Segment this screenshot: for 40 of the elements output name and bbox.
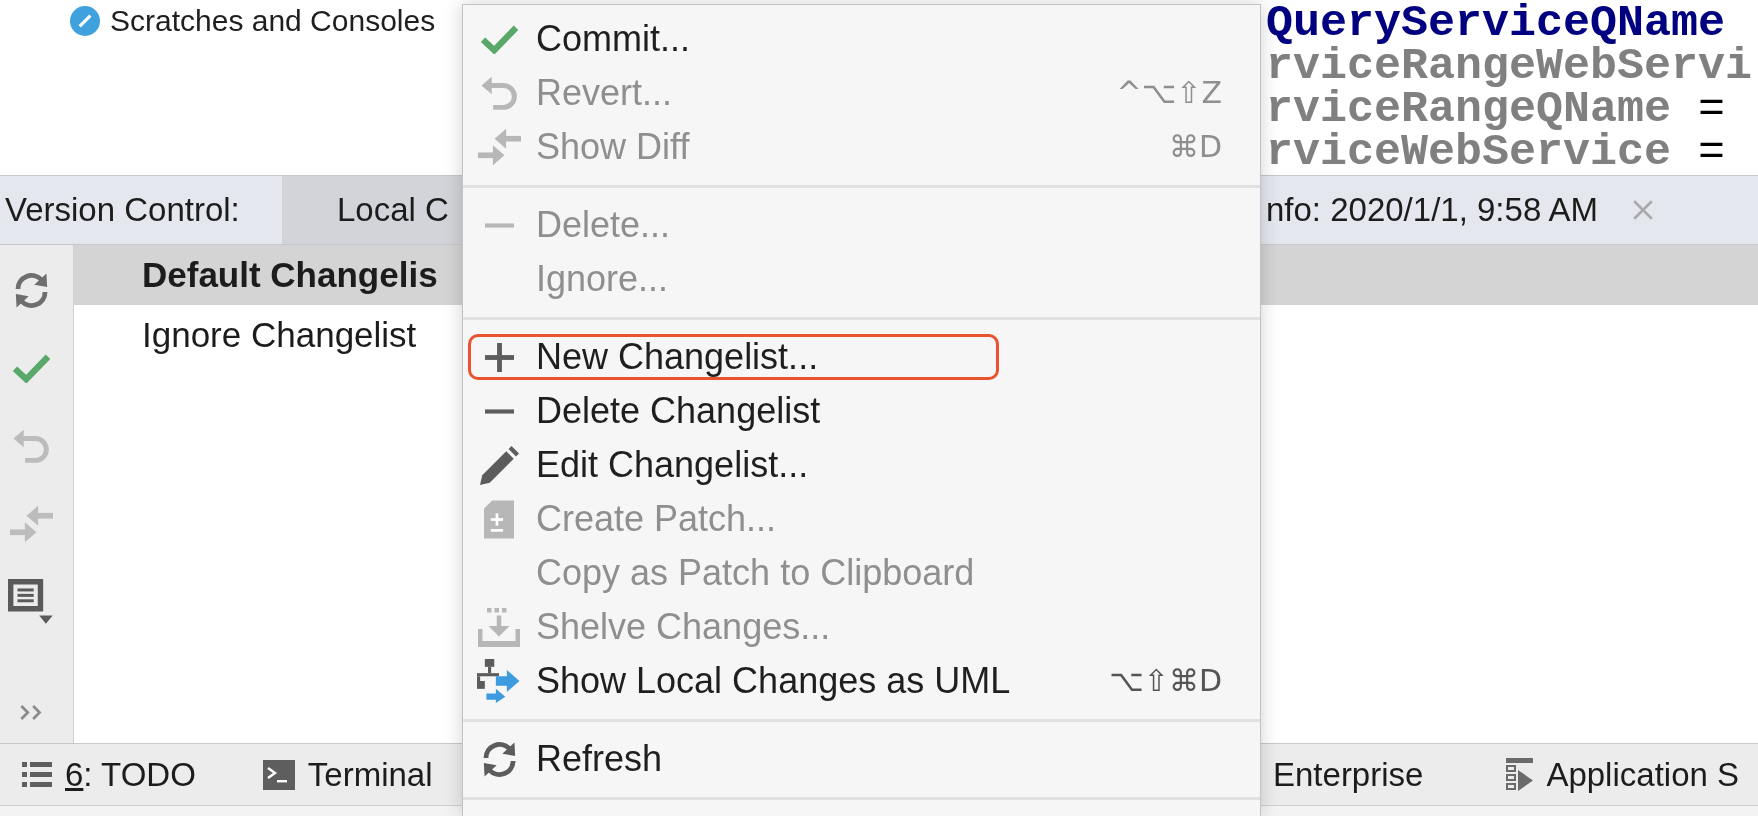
tab[interactable]: Local C — [282, 176, 462, 244]
check-icon[interactable] — [11, 353, 51, 383]
document-icon — [484, 499, 514, 539]
tray-download-icon — [478, 607, 520, 647]
close-icon[interactable] — [1632, 199, 1655, 221]
shortcut: ⌘D — [1168, 132, 1222, 162]
diagram-arrows-icon — [477, 659, 521, 703]
menu-item[interactable]: Show Local Changes as UML ⌥⇧⌘D — [463, 654, 1260, 708]
menu-item[interactable]: New Changelist... — [468, 334, 999, 380]
menu-item[interactable]: Commit... — [463, 12, 1260, 66]
list-icon — [22, 762, 52, 787]
code-line: rviceRangeWebServi — [1266, 45, 1753, 88]
check-icon — [479, 24, 519, 54]
minus-icon — [484, 222, 514, 228]
tool-window-title: Version Control: — [5, 190, 240, 231]
arrows-icon — [477, 127, 521, 167]
tool-window-button[interactable]: Terminal — [262, 749, 433, 800]
tab[interactable]: nfo: 2020/1/1, 9:58 AM — [1261, 176, 1665, 244]
menu-item[interactable]: Delete Changelist — [463, 384, 1260, 438]
minus-icon — [484, 408, 514, 414]
server-list-icon — [1506, 758, 1534, 791]
document-list-icon[interactable] — [8, 579, 54, 625]
chevrons-icon[interactable] — [20, 705, 42, 720]
project-tree-item[interactable]: Scratches and Consoles — [70, 4, 436, 38]
changelist-row[interactable]: Default Changelis — [74, 245, 462, 305]
code-line: rviceWebService = — [1266, 131, 1726, 174]
code-line: QueryServiceQName — [1266, 2, 1726, 45]
shortcut: ^⌥⇧Z — [1116, 78, 1222, 108]
code-line: rviceRangeQName = — [1266, 88, 1726, 131]
circle-icon — [70, 6, 100, 36]
tool-window-button[interactable]: Application S — [1506, 749, 1740, 800]
terminal-icon — [262, 759, 295, 790]
menu-item[interactable]: Edit Changelist... — [463, 438, 1260, 492]
plus-icon — [484, 342, 514, 372]
undo-icon — [480, 74, 518, 112]
tool-window-button[interactable]: 6: TODO — [22, 749, 196, 800]
shortcut: ⌥⇧⌘D — [1109, 666, 1222, 696]
pencil-icon — [479, 445, 519, 485]
menu-item[interactable]: Refresh — [463, 732, 1260, 786]
tool-window-button[interactable]: Enterprise — [1273, 749, 1424, 800]
